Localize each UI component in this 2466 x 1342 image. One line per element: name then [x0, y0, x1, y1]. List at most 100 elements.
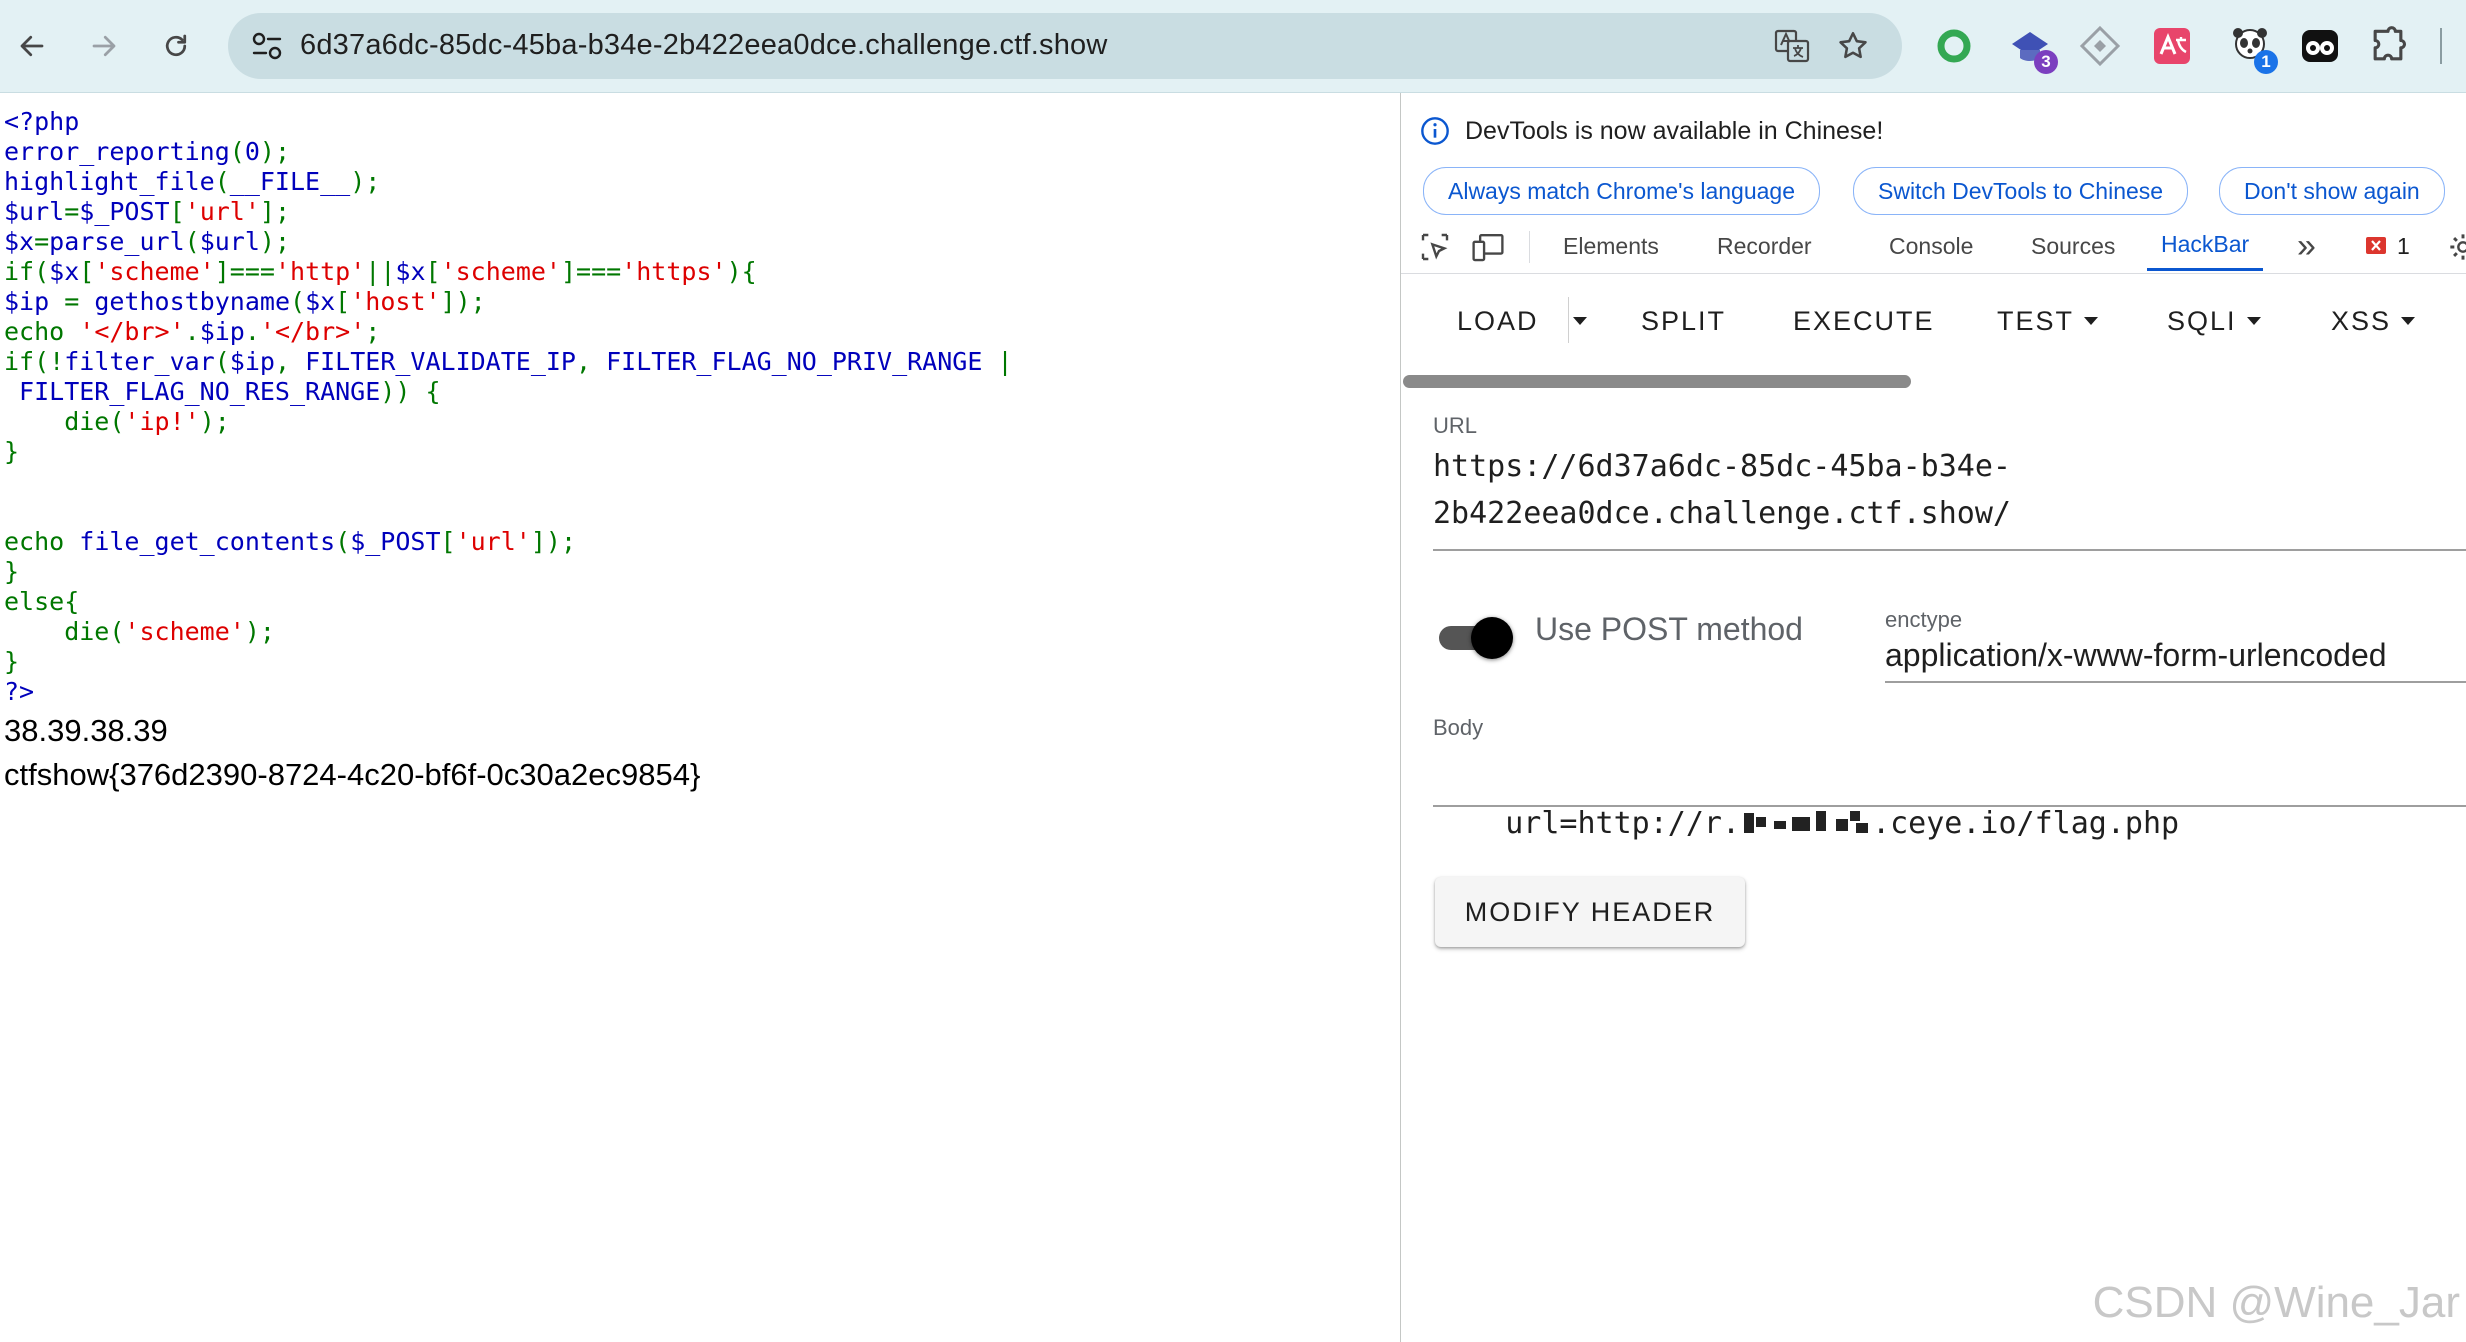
source-token: 'url' — [455, 527, 531, 556]
source-line: } — [4, 437, 19, 466]
load-dropdown-button[interactable] — [1573, 301, 1587, 341]
source-line: if($x['scheme']==='http'||$x['scheme']==… — [4, 257, 757, 286]
error-counter[interactable]: 1 — [2365, 221, 2410, 271]
xss-menu-button[interactable]: XSS — [2331, 301, 2416, 341]
source-token: $_POST — [350, 527, 441, 556]
source-token: ( — [184, 227, 200, 256]
source-line: highlight_file(__FILE__); — [4, 167, 380, 196]
watermark: CSDN @Wine_Jar — [2092, 1278, 2460, 1327]
devtools-panel: DevTools is now available in Chinese! Al… — [1400, 93, 2466, 1342]
body-field-label: Body — [1433, 715, 1484, 740]
tab-console[interactable]: Console — [1889, 221, 1973, 271]
device-toolbar-icon[interactable] — [1471, 231, 1505, 263]
source-token: . — [184, 317, 200, 346]
back-button[interactable] — [6, 20, 58, 72]
post-method-label: Use POST method — [1535, 611, 1803, 647]
url-field[interactable]: https://6d37a6dc-85dc-45ba-b34e- 2b422ee… — [1433, 443, 2011, 537]
reload-icon — [165, 34, 187, 57]
source-line: die('ip!'); — [4, 407, 230, 436]
source-line: } — [4, 647, 19, 676]
source-token: = — [64, 287, 95, 316]
source-token: gethostbyname — [94, 287, 290, 316]
switch-to-chinese-button[interactable]: Switch DevTools to Chinese — [1853, 167, 2189, 215]
execute-button[interactable]: EXECUTE — [1793, 301, 1935, 341]
source-token: if(! — [4, 347, 65, 376]
tab-recorder[interactable]: Recorder — [1717, 221, 1812, 271]
sqli-menu-button[interactable]: SQLI — [2167, 301, 2261, 341]
source-token: ]=== — [560, 257, 622, 286]
settings-gear-icon[interactable] — [2447, 231, 2466, 263]
source-token: ( — [335, 527, 351, 556]
source-token: } — [4, 557, 20, 586]
translate-extension-icon[interactable] — [2150, 24, 2194, 68]
source-token: [ — [335, 287, 351, 316]
source-token: . — [244, 317, 260, 346]
source-token: $x — [305, 287, 336, 316]
address-bar[interactable]: 6d37a6dc-85dc-45ba-b34e-2b422eea0dce.cha… — [228, 13, 1902, 79]
load-button[interactable]: LOAD — [1457, 301, 1539, 341]
source-line: <?php — [4, 107, 79, 136]
source-token: die — [4, 617, 110, 646]
source-token: 'host' — [350, 287, 441, 316]
output-ip: 38.39.38.39 — [4, 713, 168, 748]
source-token: __FILE__ — [229, 167, 351, 196]
source-line: die('scheme'); — [4, 617, 275, 646]
source-token: [ — [425, 257, 441, 286]
source-token: 0 — [244, 137, 260, 166]
php-source-code: <?php error_reporting(0); highlight_file… — [4, 107, 1013, 707]
url-field-label: URL — [1433, 413, 1478, 438]
inspect-element-icon[interactable] — [1419, 231, 1451, 263]
source-token: ); — [199, 407, 230, 436]
source-token: die — [4, 407, 110, 436]
forward-button[interactable] — [78, 20, 130, 72]
source-line: else{ — [4, 587, 79, 616]
source-token: ); — [350, 167, 381, 196]
test-label: TEST — [1997, 305, 2075, 336]
modify-header-button[interactable]: MODIFY HEADER — [1435, 877, 1745, 947]
source-token: ( — [214, 167, 230, 196]
toggle-thumb — [1471, 617, 1513, 659]
source-token: 'scheme' — [94, 257, 215, 286]
hackbar-horizontal-scrollbar[interactable] — [1403, 375, 1911, 388]
source-line: $ip = gethostbyname($x['host']); — [4, 287, 486, 316]
bookmark-star-icon[interactable] — [1836, 29, 1870, 63]
source-token: <?php — [4, 107, 80, 136]
body-field-underline — [1433, 805, 2466, 807]
source-token: $x — [49, 257, 80, 286]
source-token: echo — [4, 317, 80, 346]
error-count: 1 — [2397, 232, 2410, 259]
panda-extension-icon[interactable]: 1 — [2228, 24, 2278, 74]
diamond-extension-icon[interactable] — [2078, 24, 2122, 68]
source-token: ); — [259, 137, 291, 166]
purple-cap-extension-icon[interactable]: 3 — [2008, 24, 2058, 74]
tab-separator — [1529, 231, 1530, 263]
tab-hackbar[interactable]: HackBar — [2147, 221, 2264, 271]
extension-badge: 1 — [2254, 50, 2278, 74]
site-info-icon[interactable] — [250, 30, 284, 62]
green-ring-extension-icon[interactable] — [1932, 24, 1976, 68]
test-menu-button[interactable]: TEST — [1997, 301, 2099, 341]
puzzle-extension-icon[interactable] — [2366, 24, 2410, 68]
body-field[interactable]: url=http://r. .ceye.io/flag.php — [1433, 753, 2179, 894]
caret-down-icon — [2084, 317, 2099, 325]
translate-icon[interactable] — [1774, 29, 1810, 63]
sqli-label: SQLI — [2167, 305, 2237, 336]
tab-elements[interactable]: Elements — [1563, 221, 1659, 271]
source-token: ( — [214, 347, 230, 376]
source-line: $x=parse_url($url); — [4, 227, 290, 256]
more-tabs-button[interactable]: » — [2297, 221, 2316, 271]
mask-extension-icon[interactable] — [2298, 24, 2342, 68]
address-bar-url[interactable]: 6d37a6dc-85dc-45ba-b34e-2b422eea0dce.cha… — [300, 29, 1108, 62]
source-token: ){ — [726, 257, 757, 286]
tab-sources[interactable]: Sources — [2031, 221, 2115, 271]
xss-label: XSS — [2331, 305, 2392, 336]
info-icon — [1421, 117, 1449, 145]
dont-show-again-button[interactable]: Don't show again — [2219, 167, 2445, 215]
always-match-language-button[interactable]: Always match Chrome's language — [1423, 167, 1820, 215]
enctype-select[interactable]: application/x-www-form-urlencoded — [1885, 637, 2387, 674]
reload-button[interactable] — [150, 20, 202, 72]
devtools-language-infobar: DevTools is now available in Chinese! — [1419, 115, 1883, 147]
post-method-toggle[interactable] — [1437, 613, 1515, 661]
source-token: $ip — [229, 347, 275, 376]
split-button[interactable]: SPLIT — [1641, 301, 1726, 341]
